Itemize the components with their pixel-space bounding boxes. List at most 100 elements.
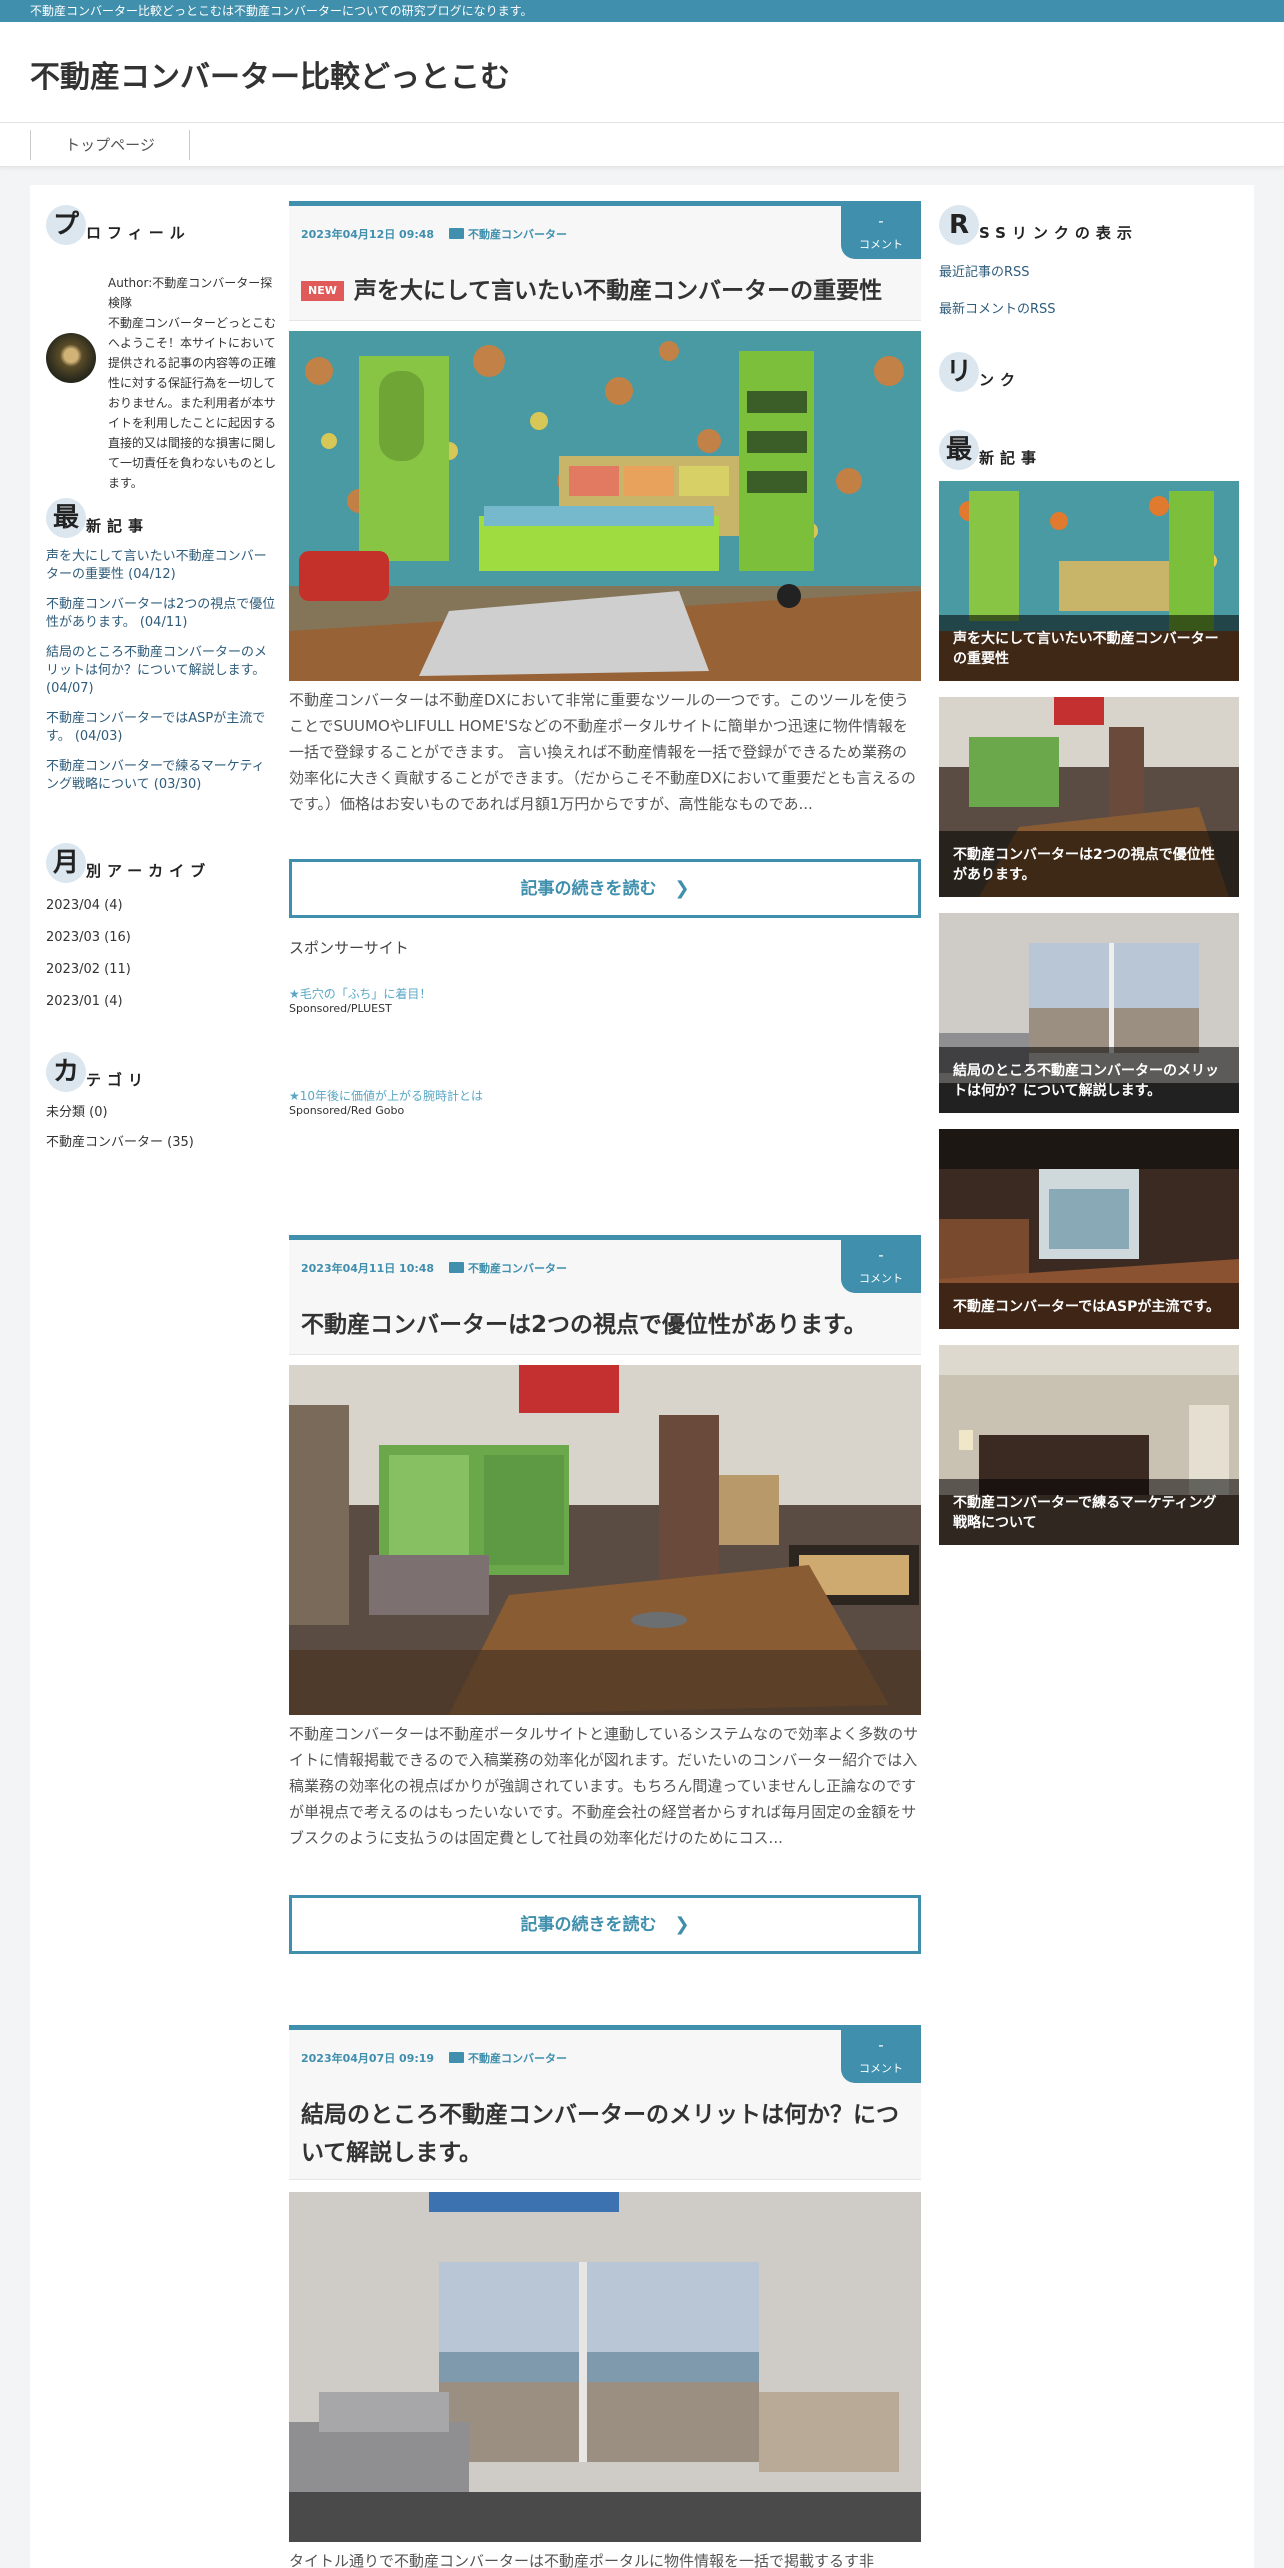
post-excerpt: 不動産コンバーターは不動産DXにおいて非常に重要なツールの一つです。このツールを…: [289, 691, 916, 813]
heading-rest: テゴリ: [86, 1071, 150, 1089]
heading-initial: 最: [939, 430, 979, 470]
read-more-button[interactable]: 記事の続きを読む ❯: [289, 859, 921, 918]
category-link[interactable]: 不動産コンバーター (35): [46, 1134, 276, 1152]
recent-post-link[interactable]: 結局のところ不動産コンバーターのメリットは何か？について解説します。 (04/0…: [46, 644, 276, 698]
sponsored-ad-link[interactable]: ★毛穴の「ふち」に着目！: [289, 985, 431, 1002]
post-date: 2023年04月12日 09:48: [301, 228, 435, 241]
heading-rest: ロフィール: [86, 224, 191, 242]
heading-rest: SSリンクの表示: [979, 224, 1138, 242]
profile-text: Author:不動産コンバーター探検隊 不動産コンバーターどっとこむへようこそ！…: [108, 276, 277, 490]
sponsored-ad-link[interactable]: ★10年後に価値が上がる腕時計とは: [289, 1087, 483, 1104]
recent-posts-widget-left: 最 新記事 声を大にして言いたい不動産コンバーターの重要性 (04/12) 不動…: [46, 498, 276, 806]
rss-link-recent-posts[interactable]: 最近記事のRSS: [939, 261, 1239, 280]
top-announcement-bar: 不動産コンバーター比較どっとこむは不動産コンバーターについての研究ブログになりま…: [0, 0, 1284, 22]
category-link[interactable]: 未分類 (0): [46, 1104, 276, 1122]
post-excerpt: 不動産コンバーターは不動産ポータルサイトと連動しているシステムなので効率よく多数…: [289, 1725, 919, 1847]
heading-rest: 別アーカイブ: [86, 862, 212, 880]
nav-item-top[interactable]: トップページ: [30, 130, 190, 160]
category-label: 不動産コンバーター: [468, 1262, 567, 1275]
heading-initial: カ: [46, 1052, 86, 1092]
read-more-button[interactable]: 記事の続きを読む ❯: [289, 1895, 921, 1954]
heading-initial: リ: [939, 352, 979, 392]
comment-label: コメント: [859, 1272, 903, 1285]
category-label: 不動産コンバーター: [468, 228, 567, 241]
post-article: 2023年04月11日 10:48 不動産コンバーター - コメント 不動産コンバ…: [289, 1235, 921, 1955]
archive-link[interactable]: 2023/02 (11): [46, 961, 276, 979]
heading-initial: 月: [46, 843, 86, 883]
post-title[interactable]: 結局のところ不動産コンバーターのメリットは何か？について解説します。: [301, 2096, 901, 2172]
widget-title: 最 新記事: [939, 430, 1239, 474]
comment-count: -: [878, 2036, 884, 2054]
comment-count-button[interactable]: - コメント: [841, 2030, 921, 2083]
heading-initial: プ: [46, 205, 86, 245]
heading-rest: 新記事: [979, 449, 1043, 467]
folder-icon: [449, 2052, 464, 2063]
widget-title: プ ロフィール: [46, 205, 276, 249]
recent-post-card[interactable]: 不動産コンバーターで練るマーケティング戦略について: [939, 1345, 1239, 1545]
post-header: 2023年04月07日 09:19 不動産コンバーター - コメント 結局のところ…: [289, 2025, 921, 2180]
chevron-right-icon: ❯: [674, 878, 690, 899]
recent-post-card-title: 不動産コンバーターは2つの視点で優位性があります。: [939, 831, 1239, 897]
folder-icon: [449, 228, 464, 239]
post-title[interactable]: 不動産コンバーターは2つの視点で優位性があります。: [301, 1306, 867, 1344]
archive-widget: 月 別アーカイブ 2023/04 (4) 2023/03 (16) 2023/0…: [46, 843, 276, 1025]
widget-title: 月 別アーカイブ: [46, 843, 276, 887]
post-header: 2023年04月12日 09:48 不動産コンバーター - コメント NEW 声を大…: [289, 201, 921, 321]
comment-count-button[interactable]: - コメント: [841, 1240, 921, 1293]
post-title[interactable]: NEW 声を大にして言いたい不動産コンバーターの重要性: [301, 272, 882, 310]
archive-link[interactable]: 2023/04 (4): [46, 897, 276, 915]
chevron-right-icon: ❯: [674, 1914, 690, 1935]
recent-post-link[interactable]: 不動産コンバーターで練るマーケティング戦略について (03/30): [46, 758, 276, 794]
recent-post-card[interactable]: 声を大にして言いたい不動産コンバーターの重要性: [939, 481, 1239, 681]
links-widget: リ ンク: [939, 352, 1239, 396]
site-title-link[interactable]: 不動産コンバーター比較どっとこむ: [30, 52, 510, 96]
post-header: 2023年04月11日 10:48 不動産コンバーター - コメント 不動産コンバ…: [289, 1235, 921, 1355]
post-category-link[interactable]: 不動産コンバーター: [449, 1260, 567, 1276]
sponsored-ad-source: Sponsored/PLUEST: [289, 1002, 392, 1015]
recent-post-card[interactable]: 結局のところ不動産コンバーターのメリットは何か？について解説します。: [939, 913, 1239, 1113]
post-article: 2023年04月12日 09:48 不動産コンバーター - コメント NEW 声を大…: [289, 201, 921, 1201]
category-label: 不動産コンバーター: [468, 2052, 567, 2065]
profile-widget: プ ロフィール Author:不動産コンバーター探検隊 不動産コンバーターどっと…: [46, 205, 276, 490]
widget-title: リ ンク: [939, 352, 1239, 396]
heading-initial: 最: [46, 498, 86, 538]
recent-post-card[interactable]: 不動産コンバーターではASPが主流です。: [939, 1129, 1239, 1329]
announcement-text: 不動産コンバーター比較どっとこむは不動産コンバーターについての研究ブログになりま…: [30, 4, 533, 18]
comment-label: コメント: [859, 238, 903, 251]
category-widget: カ テゴリ 未分類 (0) 不動産コンバーター (35): [46, 1052, 276, 1166]
recent-post-card[interactable]: 不動産コンバーターは2つの視点で優位性があります。: [939, 697, 1239, 897]
recent-post-card-title: 不動産コンバーターで練るマーケティング戦略について: [939, 1479, 1239, 1545]
post-thumbnail-kids-room[interactable]: [289, 331, 921, 681]
sponsor-heading: スポンサーサイト: [289, 939, 409, 957]
sponsored-ad-source: Sponsored/Red Gobo: [289, 1104, 405, 1117]
global-nav: トップページ: [0, 123, 1284, 167]
post-title-text: 声を大にして言いたい不動産コンバーターの重要性: [353, 278, 883, 304]
avatar: [46, 333, 96, 383]
archive-link[interactable]: 2023/03 (16): [46, 929, 276, 947]
heading-rest: ンク: [979, 371, 1022, 389]
post-date: 2023年04月07日 09:19: [301, 2052, 435, 2065]
widget-title: カ テゴリ: [46, 1052, 276, 1096]
recent-post-link[interactable]: 不動産コンバーターではASPが主流です。 (04/03): [46, 710, 276, 746]
comment-count: -: [878, 212, 884, 230]
post-category-link[interactable]: 不動産コンバーター: [449, 2050, 567, 2066]
comment-count-button[interactable]: - コメント: [841, 206, 921, 259]
heading-initial: R: [939, 205, 979, 245]
recent-post-card-title: 結局のところ不動産コンバーターのメリットは何か？について解説します。: [939, 1047, 1239, 1113]
post-thumbnail-dining-room[interactable]: [289, 1365, 921, 1715]
recent-posts-widget-right: 最 新記事: [939, 430, 1239, 474]
rss-link-recent-comments[interactable]: 最新コメントのRSS: [939, 298, 1239, 317]
post-date: 2023年04月11日 10:48: [301, 1262, 435, 1275]
folder-icon: [449, 1262, 464, 1273]
recent-post-link[interactable]: 声を大にして言いたい不動産コンバーターの重要性 (04/12): [46, 548, 276, 584]
post-category-link[interactable]: 不動産コンバーター: [449, 226, 567, 242]
archive-link[interactable]: 2023/01 (4): [46, 993, 276, 1011]
read-more-label: 記事の続きを読む: [520, 879, 657, 899]
comment-count: -: [878, 1246, 884, 1264]
comment-label: コメント: [859, 2062, 903, 2075]
post-article: 2023年04月07日 09:19 不動産コンバーター - コメント 結局のところ…: [289, 2025, 921, 2568]
post-thumbnail-ocean-view[interactable]: [289, 2192, 921, 2542]
post-excerpt: タイトル通りで不動産コンバーターは不動産ポータルに物件情報を一括で掲載するす非: [289, 2552, 875, 2568]
recent-post-link[interactable]: 不動産コンバーターは2つの視点で優位性があります。 (04/11): [46, 596, 276, 632]
recent-post-card-title: 声を大にして言いたい不動産コンバーターの重要性: [939, 615, 1239, 681]
